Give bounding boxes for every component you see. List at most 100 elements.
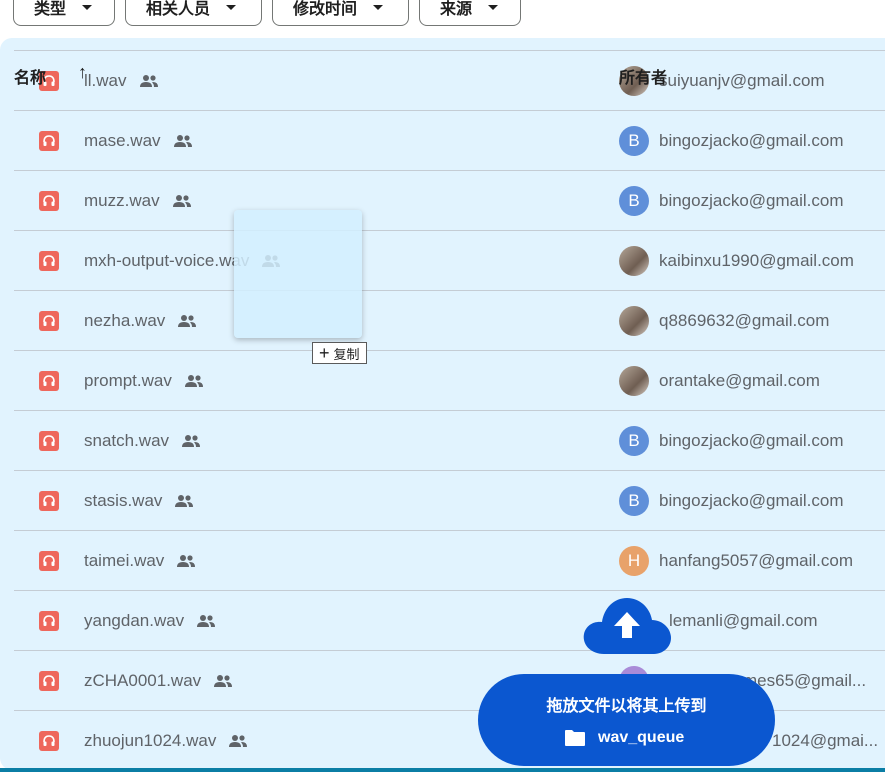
file-list-panel: ll.wav suiyuanjv@gmail.com mase.wav Bbingoz… (0, 38, 885, 770)
shared-people-icon (214, 675, 233, 687)
copy-label: 复制 (333, 346, 360, 362)
file-name[interactable]: stasis.wav (84, 491, 194, 511)
owner-avatar: B (619, 126, 649, 156)
owner-avatar-initial: B (628, 491, 640, 510)
table-row[interactable]: muzz.wav Bbingozjacko@gmail.com (14, 170, 885, 231)
owner-email: hanfang5057@gmail.com (659, 551, 853, 570)
file-name-text: taimei.wav (84, 551, 165, 570)
file-name[interactable]: nezha.wav (84, 311, 197, 331)
drag-ghost (234, 210, 362, 338)
audio-file-icon (39, 731, 59, 751)
filter-people-chip[interactable]: 相关人员 (125, 0, 262, 26)
plus-icon: + (319, 342, 330, 363)
owner-email: bingozjacko@gmail.com (659, 191, 844, 210)
owner-avatar-initial: B (628, 191, 640, 210)
shared-people-icon (177, 555, 196, 567)
file-name-text: mase.wav (84, 131, 161, 150)
column-name-header[interactable]: 名称 (14, 64, 46, 88)
owner-avatar-initial: H (627, 551, 641, 570)
filter-source-chip[interactable]: 来源 (419, 0, 521, 26)
file-name-text: stasis.wav (84, 491, 163, 510)
file-name-text: zhuojun1024.wav (84, 731, 217, 750)
file-name[interactable]: snatch.wav (84, 431, 201, 451)
dropdown-caret-icon (226, 4, 237, 10)
filter-modified-label: 修改时间 (293, 1, 358, 18)
owner-avatar: B (619, 186, 649, 216)
file-name[interactable]: zhuojun1024.wav (84, 731, 248, 751)
owner-avatar: B (619, 426, 649, 456)
file-name-text: snatch.wav (84, 431, 170, 450)
owner-email: bingozjacko@gmail.com (659, 131, 844, 150)
owner-email: bingozjacko@gmail.com (659, 431, 844, 450)
filter-source-label: 来源 (440, 1, 473, 18)
upload-toast-title: 拖放文件以将其上传到 (546, 698, 707, 715)
cloud-upload-icon (583, 598, 671, 654)
shared-people-icon (175, 495, 194, 507)
owner-avatar-initial: B (628, 431, 640, 450)
audio-file-icon (39, 671, 59, 691)
owner-avatar-initial: B (628, 131, 640, 150)
file-name[interactable]: mase.wav (84, 131, 193, 151)
audio-file-icon (39, 551, 59, 571)
table-row[interactable]: snatch.wav Bbingozjacko@gmail.com (14, 410, 885, 471)
file-name[interactable]: taimei.wav (84, 551, 196, 571)
owner-avatar (619, 306, 649, 336)
upload-drop-toast: 拖放文件以将其上传到 wav_queue (478, 674, 775, 766)
table-row[interactable]: nezha.wav q8869632@gmail.com (14, 290, 885, 351)
file-name-text: muzz.wav (84, 191, 160, 210)
table-row[interactable]: mase.wav Bbingozjacko@gmail.com (14, 110, 885, 171)
dropdown-caret-icon (373, 4, 384, 10)
owner-email: kaibinxu1990@gmail.com (659, 251, 854, 270)
owner-avatar (619, 246, 649, 276)
table-row[interactable]: yangdan.wav lemanli@gmail.com (14, 590, 885, 651)
table-row[interactable]: prompt.wav orantake@gmail.com (14, 350, 885, 411)
shared-people-icon (197, 615, 216, 627)
owner-avatar: B (619, 486, 649, 516)
owner-email: orantake@gmail.com (659, 371, 820, 390)
owner-avatar: H (619, 546, 649, 576)
shared-people-icon (229, 735, 248, 747)
file-name[interactable]: yangdan.wav (84, 611, 216, 631)
file-name-text: mxh-output-voice.wav (84, 251, 250, 270)
dropdown-caret-icon (82, 4, 93, 10)
upload-folder-name: wav_queue (598, 729, 685, 746)
file-name[interactable]: zCHA0001.wav (84, 671, 233, 691)
owner-email: q8869632@gmail.com (659, 311, 830, 330)
audio-file-icon (39, 191, 59, 211)
table-row[interactable]: taimei.wav Hhanfang5057@gmail.com (14, 530, 885, 591)
dropdown-caret-icon (488, 4, 499, 10)
filter-type-chip[interactable]: 类型 (13, 0, 115, 26)
file-name[interactable]: muzz.wav (84, 191, 192, 211)
file-name-text: nezha.wav (84, 311, 166, 330)
folder-icon (565, 730, 585, 746)
table-row[interactable]: mxh-output-voice.wav kaibinxu1990@gmail.c… (14, 230, 885, 291)
column-owner-header[interactable]: 所有者 (619, 64, 667, 88)
table-header: 名称 ↑ 所有者 (0, 38, 885, 98)
audio-file-icon (39, 251, 59, 271)
sort-arrow-icon[interactable]: ↑ (78, 62, 87, 83)
copy-tooltip: + 复制 (312, 342, 367, 364)
shared-people-icon (178, 315, 197, 327)
panel-bottom-border (0, 768, 885, 772)
shared-people-icon (184, 375, 203, 387)
shared-people-icon (173, 135, 192, 147)
audio-file-icon (39, 431, 59, 451)
file-name[interactable]: prompt.wav (84, 371, 204, 391)
filter-modified-chip[interactable]: 修改时间 (272, 0, 409, 26)
audio-file-icon (39, 491, 59, 511)
shared-people-icon (182, 435, 201, 447)
file-name-text: zCHA0001.wav (84, 671, 202, 690)
audio-file-icon (39, 371, 59, 391)
audio-file-icon (39, 611, 59, 631)
upload-target-folder: wav_queue (564, 729, 684, 747)
shared-people-icon (172, 195, 191, 207)
audio-file-icon (39, 311, 59, 331)
owner-email: bingozjacko@gmail.com (659, 491, 844, 510)
owner-email: 1024@gmai... (772, 731, 879, 750)
file-name-text: prompt.wav (84, 371, 172, 390)
filter-type-label: 类型 (34, 1, 67, 18)
owner-avatar (619, 366, 649, 396)
owner-email: lemanli@gmail.com (669, 611, 818, 630)
table-row[interactable]: stasis.wav Bbingozjacko@gmail.com (14, 470, 885, 531)
filter-people-label: 相关人员 (146, 1, 211, 18)
